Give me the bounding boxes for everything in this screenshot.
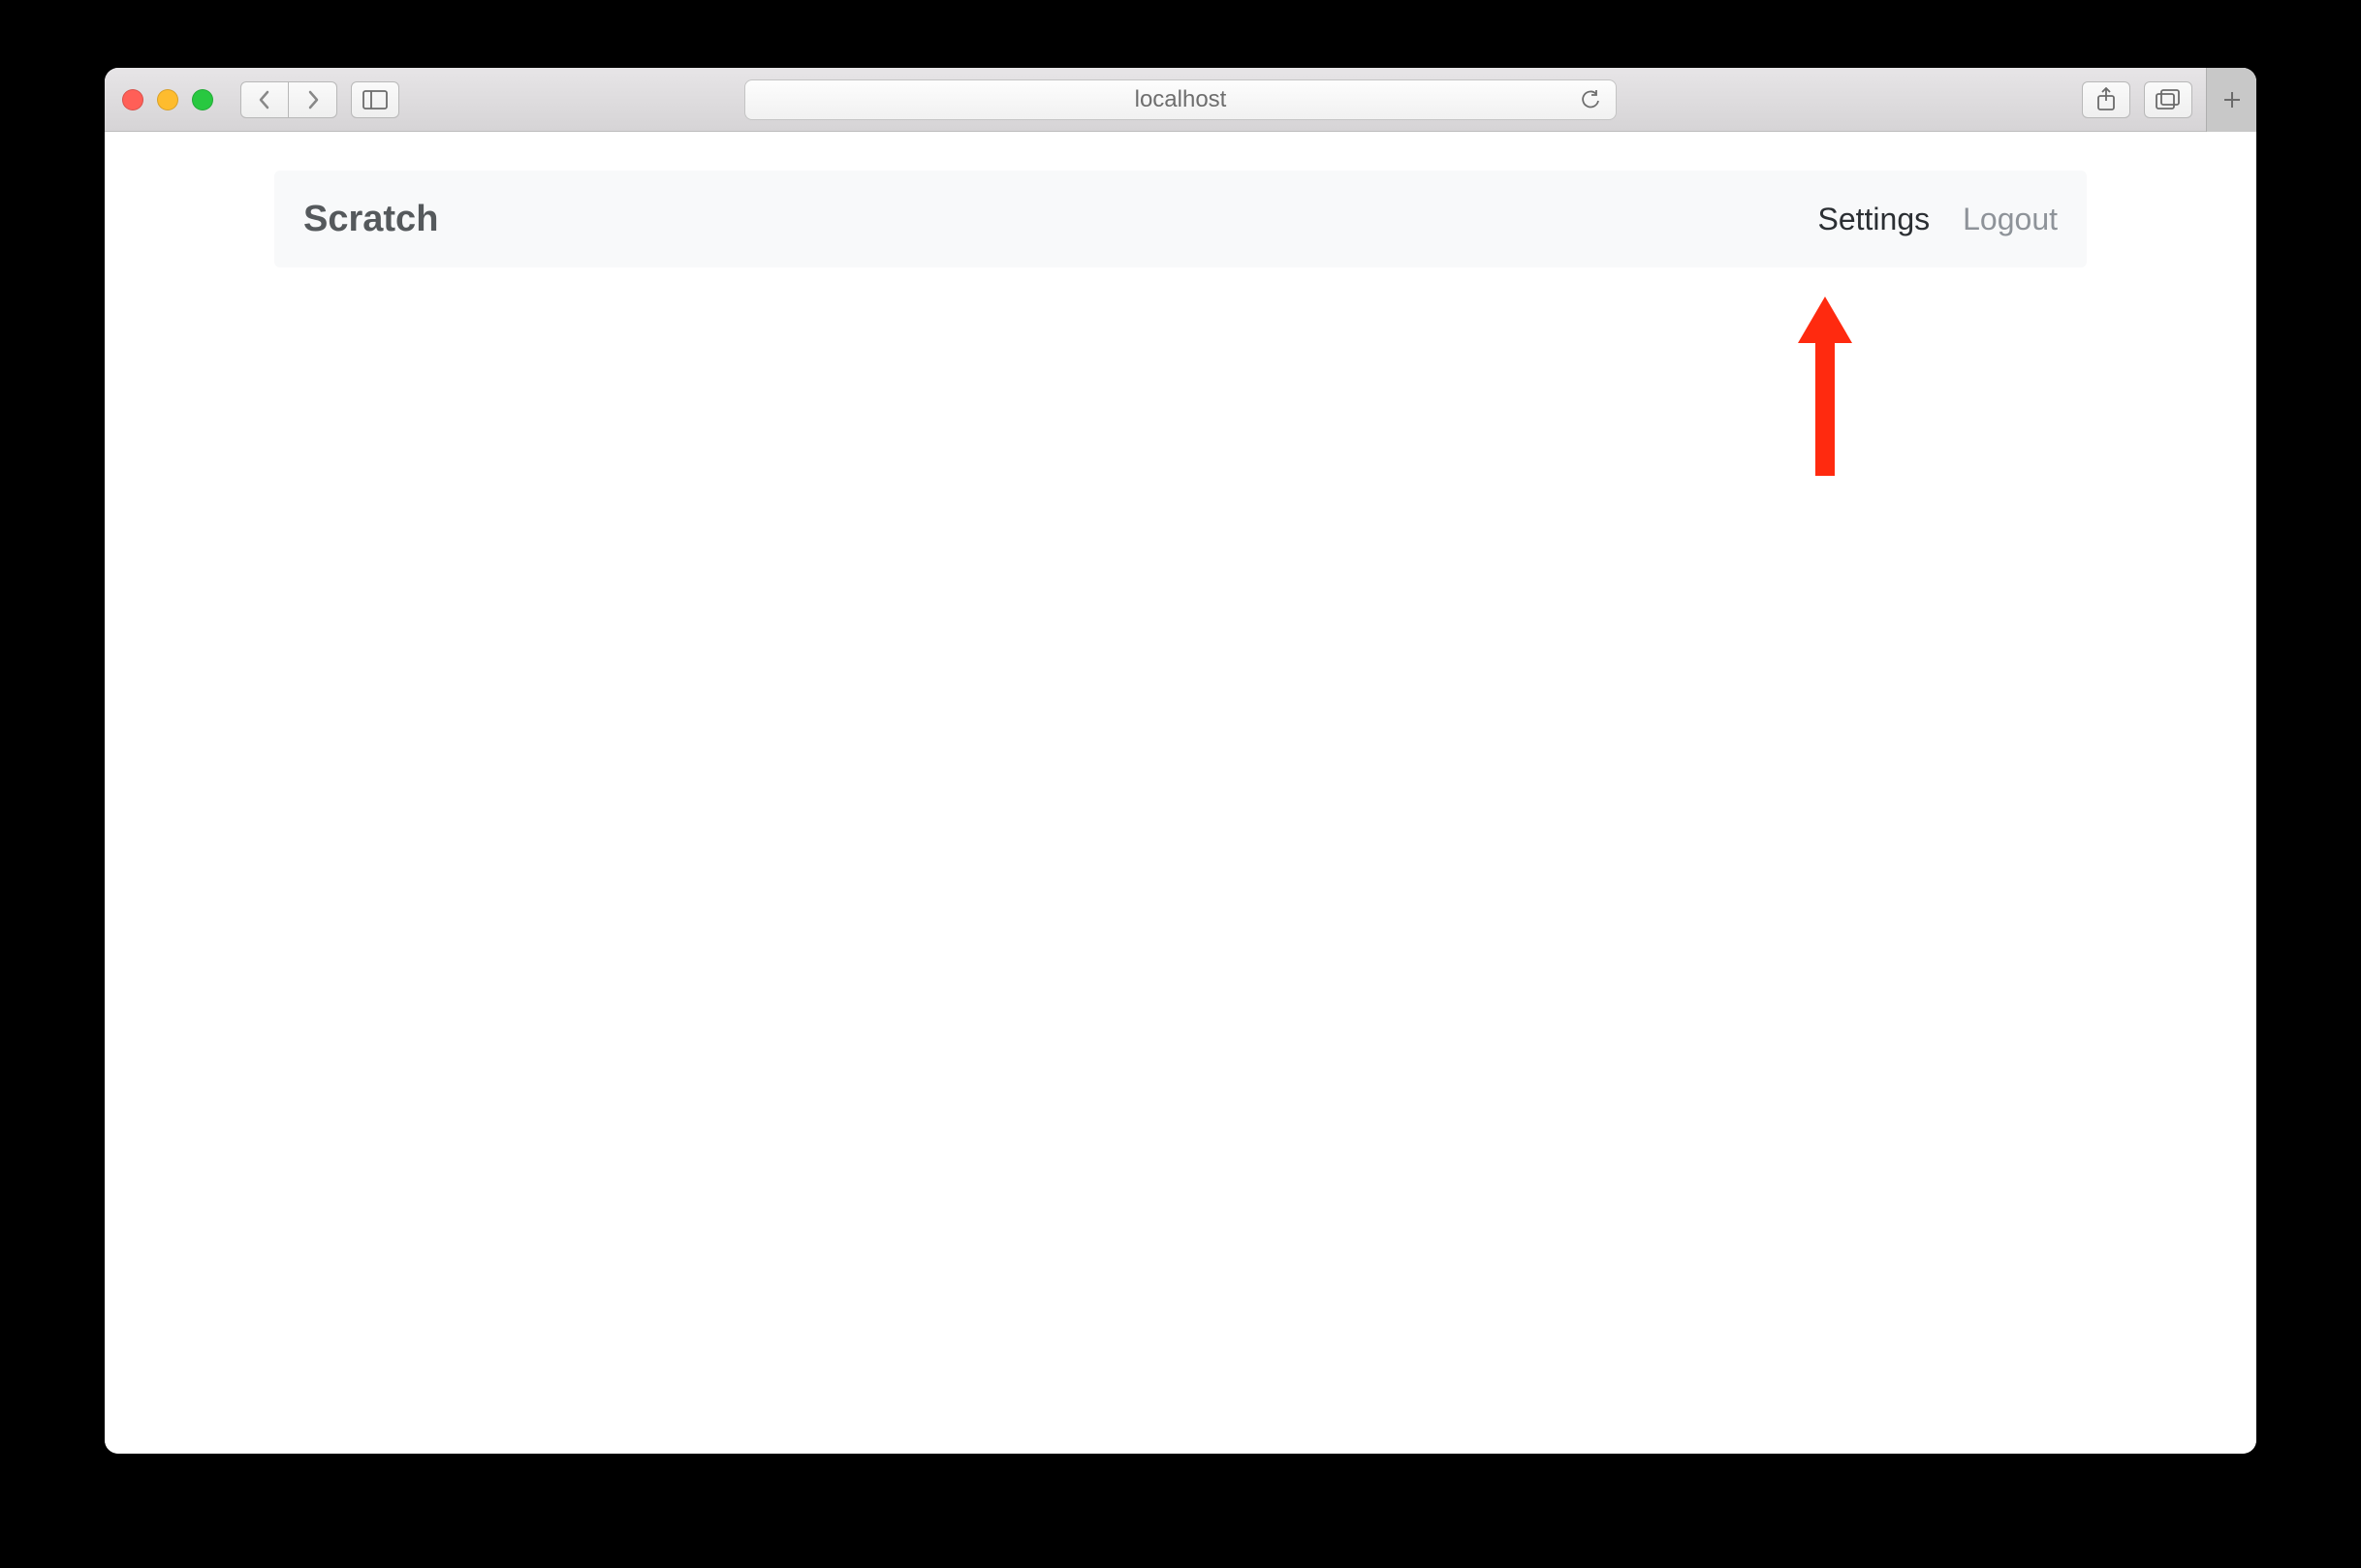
chevron-right-icon [306,90,320,110]
window-minimize-button[interactable] [157,89,178,110]
forward-button[interactable] [289,81,337,118]
window-controls [122,89,213,110]
address-bar[interactable]: localhost [744,79,1617,120]
page-content: Scratch Settings Logout [105,171,2256,1454]
app-navbar: Scratch Settings Logout [274,171,2087,267]
window-close-button[interactable] [122,89,143,110]
chevron-left-icon [258,90,271,110]
window-fullscreen-button[interactable] [192,89,213,110]
share-icon [2095,87,2117,112]
sidebar-icon [362,90,388,110]
logout-link[interactable]: Logout [1963,202,2058,237]
plus-icon [2221,89,2243,110]
browser-toolbar: localhost [105,68,2256,132]
toolbar-right-controls [2068,68,2239,132]
tabs-overview-button[interactable] [2144,81,2192,118]
tabs-icon [2156,89,2181,110]
share-button[interactable] [2082,81,2130,118]
sidebar-toggle-button[interactable] [351,81,399,118]
brand-title[interactable]: Scratch [303,199,438,240]
reload-icon [1581,89,1600,110]
back-button[interactable] [240,81,289,118]
safari-window: localhost Scratch Settings Logout [105,68,2256,1454]
annotation-arrow-icon [1796,297,1854,481]
new-tab-button[interactable] [2206,68,2256,132]
settings-link[interactable]: Settings [1818,202,1931,237]
history-nav-group [240,81,337,118]
nav-links: Settings Logout [1818,202,2059,237]
reload-button[interactable] [1581,89,1600,110]
address-text: localhost [1135,86,1227,113]
